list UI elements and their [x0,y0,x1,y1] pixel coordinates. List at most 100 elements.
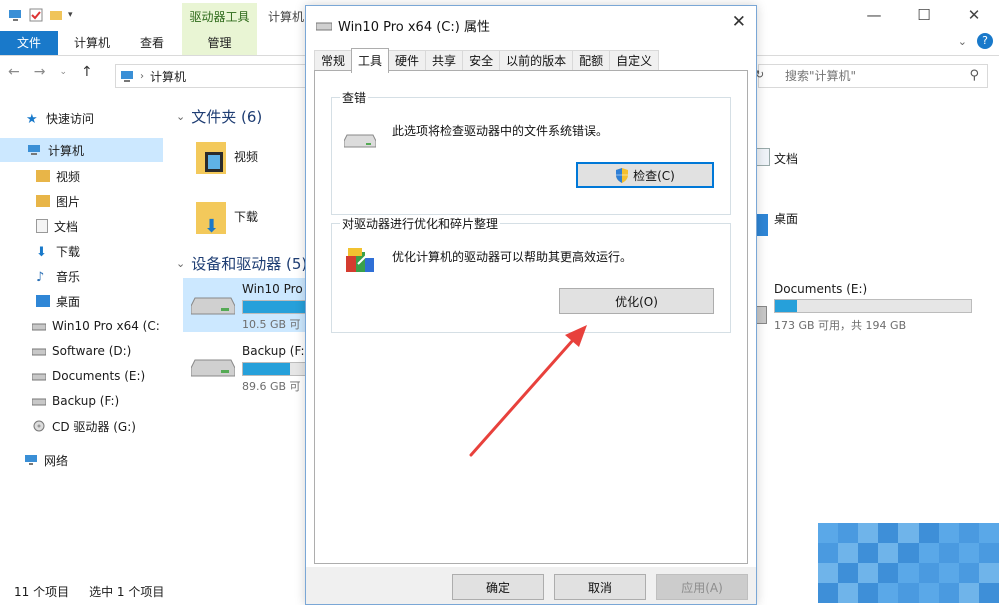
qat-dropdown-icon[interactable]: ▾ [68,10,73,20]
sidebar-item-label: 图片 [56,194,81,209]
folder-desktop[interactable]: 桌面 [774,210,798,227]
drive-icon [756,306,767,324]
mosaic-tile [838,543,859,563]
folder-video[interactable]: 视频 [196,138,258,174]
devices-group-header[interactable]: ⌄ 设备和驱动器 (5) [176,253,307,274]
sidebar-item-quick-access[interactable]: ★ 快速访问 [26,106,94,130]
tab-computer[interactable]: 计算机 [62,31,122,55]
maximize-icon[interactable]: ☐ [899,0,949,30]
folder-documents[interactable]: 文档 [774,150,798,167]
button-label: 取消 [587,580,612,595]
address-bar[interactable]: › 计算机 [115,64,306,88]
tab-hardware[interactable]: 硬件 [388,50,427,72]
tab-file[interactable]: 文件 [0,31,58,55]
minimize-icon[interactable]: — [849,0,899,30]
chevron-down-icon[interactable]: ⌄ [176,257,185,270]
drive-usage-fill [243,301,308,313]
breadcrumb-computer[interactable]: 计算机 [150,68,186,85]
mosaic-tile [938,543,959,563]
sidebar-item-network[interactable]: 网络 [24,448,68,472]
sidebar-item-desktop[interactable]: 桌面 [36,289,80,313]
sidebar-item-documents[interactable]: 文档 [36,214,78,238]
pictures-folder-icon [36,195,50,207]
optimize-group: 对驱动器进行优化和碎片整理 优化计算机的驱动器可以帮助其更高效运行。 优化(O) [331,215,731,333]
breadcrumb-chevron-icon[interactable]: › [140,71,144,82]
drive-usage-bar [242,300,309,314]
ribbon-collapse-icon[interactable]: ⌄ [958,35,967,48]
desktop-folder-icon [36,295,50,307]
tab-view[interactable]: 查看 [126,31,178,55]
drive-tile-e[interactable]: Documents (E:) 173 GB 可用，共 194 GB [756,280,976,334]
tab-manage[interactable]: 管理 [182,31,257,55]
tab-previous-versions[interactable]: 以前的版本 [499,50,574,72]
drive-free-space: 173 GB 可用，共 194 GB [774,319,907,332]
sidebar-item-computer[interactable]: 计算机 [0,138,163,162]
mosaic-tile [838,523,859,543]
sidebar-item-drive-f[interactable]: Backup (F:) [32,389,119,413]
search-box[interactable]: ↻ ⚲ [755,64,988,88]
sidebar-item-drive-e[interactable]: Documents (E:) [32,364,145,388]
forward-icon[interactable]: → [34,64,46,80]
sidebar-item-drive-d[interactable]: Software (D:) [32,339,131,363]
mosaic-tile [838,583,859,603]
properties-check-icon[interactable] [28,7,44,23]
check-button[interactable]: 检查(C) [576,162,714,188]
desktop-folder-icon [756,214,768,236]
cd-drive-icon [33,420,45,432]
help-icon[interactable]: ? [977,33,993,49]
group-caption: 对驱动器进行优化和碎片整理 [340,215,501,232]
sidebar-item-video[interactable]: 视频 [36,164,80,188]
new-folder-icon[interactable] [48,7,64,23]
search-icon[interactable]: ⚲ [969,68,979,83]
tab-customize[interactable]: 自定义 [609,50,660,72]
sidebar-item-downloads[interactable]: ⬇ 下载 [36,239,80,263]
folder-label: 视频 [234,149,259,164]
optimize-button[interactable]: 优化(O) [559,288,714,314]
folders-group-header[interactable]: ⌄ 文件夹 (6) [176,106,262,127]
tab-tools[interactable]: 工具 [351,48,390,73]
up-icon[interactable]: ↑ [81,64,93,80]
mosaic-tile [898,563,919,583]
mosaic-tile [938,523,959,543]
error-check-group: 查错 此选项将检查驱动器中的文件系统错误。 检查(C) [331,89,731,215]
drive-usage-bar [242,362,309,376]
computer-icon [28,145,40,155]
computer-icon [9,10,21,21]
close-icon[interactable]: ✕ [949,0,999,30]
apply-button[interactable]: 应用(A) [656,574,748,600]
sidebar-item-music[interactable]: ♪ 音乐 [36,264,80,288]
sidebar-item-drive-c[interactable]: Win10 Pro x64 (C: [32,314,160,338]
mosaic-tile [878,523,899,543]
drive-usage-fill [775,300,797,312]
folder-label: 文档 [774,152,799,166]
chevron-down-icon[interactable]: ⌄ [176,110,185,123]
drive-icon [32,373,46,381]
search-input[interactable] [783,68,967,84]
sidebar-item-label: Win10 Pro x64 (C: [52,319,160,333]
drive-tile-c[interactable]: Win10 Pro 10.5 GB 可 [183,278,309,332]
tab-general[interactable]: 常规 [314,50,353,72]
recent-dropdown-icon[interactable]: ⌄ [59,67,67,80]
cancel-button[interactable]: 取消 [554,574,646,600]
tab-quota[interactable]: 配额 [572,50,611,72]
tab-security[interactable]: 安全 [462,50,501,72]
drive-icon [32,323,46,331]
drive-tile-f[interactable]: Backup (F: 89.6 GB 可 [183,340,309,394]
dialog-footer: 确定 取消 应用(A) [306,567,756,604]
sidebar-item-pictures[interactable]: 图片 [36,189,80,213]
mosaic-tile [938,563,959,583]
folder-downloads[interactable]: ⬇ 下载 [196,198,258,237]
close-icon[interactable]: ✕ [732,12,746,32]
dialog-title-bar: Win10 Pro x64 (C:) 属性 [316,16,490,35]
tab-sharing[interactable]: 共享 [425,50,464,72]
mosaic-tile [818,543,839,563]
network-icon [25,455,37,465]
mosaic-tile [858,583,879,603]
folder-label: 桌面 [774,212,799,226]
back-icon[interactable]: ← [8,64,20,80]
sidebar-item-label: 桌面 [56,294,81,309]
mosaic-tile [958,583,979,603]
mosaic-tile [958,523,979,543]
sidebar-item-drive-g[interactable]: CD 驱动器 (G:) [32,414,136,438]
ok-button[interactable]: 确定 [452,574,544,600]
